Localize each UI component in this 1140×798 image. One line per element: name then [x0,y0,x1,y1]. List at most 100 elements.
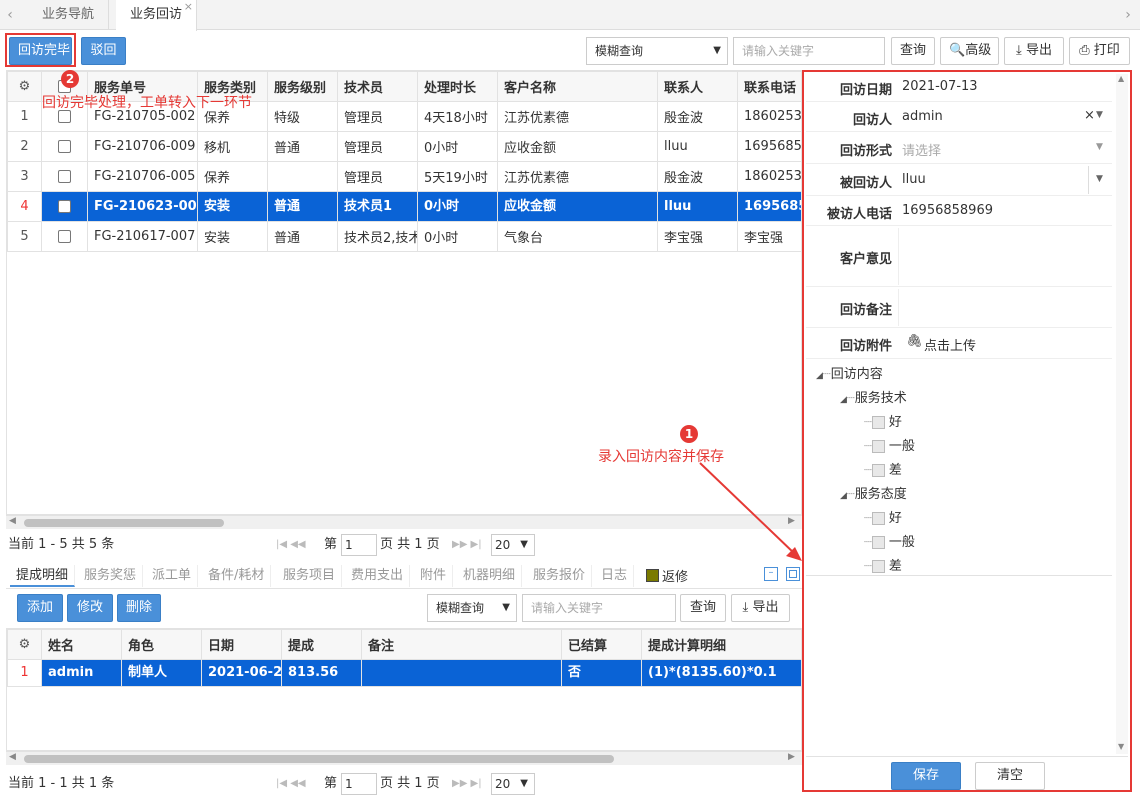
col-header[interactable]: 备注 [361,629,562,660]
remark-textarea[interactable] [898,289,1112,326]
settings-icon[interactable]: ⚙ [7,71,42,102]
chevron-down-icon[interactable]: ▼ [1096,174,1103,184]
col-header[interactable]: 处理时长 [417,71,498,102]
export-button[interactable]: ⤓ 导出 [1004,37,1064,65]
search-mode-select[interactable]: 模糊查询 ▼ [586,37,728,65]
chevron-down-icon[interactable]: ▼ [1096,110,1103,120]
last-page-icon[interactable]: ▶▶ ▶| [452,770,482,798]
col-header[interactable]: 技术员 [337,71,418,102]
tab-attachments[interactable]: 附件 [414,565,454,587]
tab-rewards[interactable]: 服务奖惩 [78,565,144,587]
complete-button[interactable]: 回访完毕 [9,37,72,65]
chevron-right-icon[interactable]: › [1118,0,1138,30]
tab-expenses[interactable]: 费用支出 [345,565,411,587]
row-checkbox[interactable] [41,221,88,252]
chevron-left-icon[interactable]: ‹ [0,0,20,30]
form-vertical-scrollbar[interactable]: ▲ ▼ [1116,74,1128,754]
tab-log[interactable]: 日志 [595,565,635,587]
repair-checkbox[interactable] [646,569,659,582]
tree-checkbox[interactable] [871,512,885,525]
horizontal-scrollbar[interactable]: ◀ ▶ [6,515,802,529]
scroll-left-icon[interactable]: ◀ [9,516,16,526]
scroll-thumb[interactable] [24,519,224,527]
table-row[interactable]: 5 FG-210617-007 安装 普通 技术员2,技术员1 0小时 气象台 … [7,221,801,252]
col-header[interactable]: 提成 [281,629,362,660]
phone-field[interactable]: 16956858969 [902,203,993,218]
tree-item[interactable]: ┈ 一般 [864,435,915,454]
tree-item[interactable]: ┈ 一般 [864,531,915,550]
tree-item[interactable]: ┈ 好 [864,507,902,526]
tree-root[interactable]: ◢┈回访内容 [816,363,883,382]
tab-service-items[interactable]: 服务项目 [277,565,343,587]
table-row-selected[interactable]: 4 FG-210623-004 安装 普通 技术员1 0小时 应收金额 lluu… [7,191,801,222]
tab-dispatch[interactable]: 派工单 [146,565,199,587]
tree-checkbox[interactable] [871,464,885,477]
opinion-textarea[interactable] [898,228,1112,285]
tab-business-nav[interactable]: 业务导航 [28,0,110,30]
clear-button[interactable]: 清空 [975,762,1045,790]
col-header[interactable]: 联系人 [657,71,738,102]
tree-checkbox[interactable] [871,416,885,429]
tree-item[interactable]: ┈ 差 [864,555,902,574]
table-row[interactable]: 3 FG-210706-005 保养 管理员 5天19小时 江苏优素德 殷金波 … [7,161,801,192]
tree-checkbox[interactable] [871,536,885,549]
tree-item[interactable]: ┈ 差 [864,459,902,478]
query-button[interactable]: 查询 [891,37,935,65]
tab-parts[interactable]: 备件/耗材 [202,565,272,587]
col-header[interactable]: 日期 [201,629,282,660]
revisit-date-field[interactable]: 2021-07-13 [902,79,978,94]
search-input[interactable]: 请输入关键字 [733,37,885,65]
maximize-icon[interactable] [786,567,800,581]
col-header[interactable]: 客户名称 [497,71,658,102]
visitor-select[interactable]: admin [902,109,943,124]
page-input[interactable]: 1 [341,773,377,795]
tree-group-attitude[interactable]: ◢┈服务态度 [840,483,907,502]
clear-icon[interactable]: × [1084,108,1095,123]
tree-item[interactable]: ┈ 好 [864,411,902,430]
tab-commission[interactable]: 提成明细 [10,565,76,587]
first-page-icon[interactable]: |◀ ◀◀ [276,770,306,798]
row-checkbox[interactable] [41,161,88,192]
col-header[interactable]: 提成计算明细 [641,629,801,660]
close-icon[interactable]: × [184,0,193,22]
bottom-search-mode[interactable]: 模糊查询 ▼ [427,594,517,622]
scroll-left-icon[interactable]: ◀ [9,752,16,762]
chevron-down-icon[interactable]: ▼ [1096,142,1103,152]
col-header[interactable]: 角色 [121,629,202,660]
visited-select[interactable]: lluu [902,172,926,187]
row-checkbox[interactable] [41,131,88,162]
collapse-icon[interactable]: ◢ [816,371,823,381]
reject-button[interactable]: 驳回 [81,37,126,65]
col-header[interactable]: 已结算 [561,629,642,660]
table-row-selected[interactable]: 1 admin 制单人 2021-06-23 813.56 否 (1)*(813… [7,659,801,687]
tab-business-revisit[interactable]: 业务回访 × [116,0,198,31]
page-size-select[interactable]: 20 ▼ [491,773,535,795]
col-header[interactable]: 姓名 [41,629,122,660]
scroll-down-icon[interactable]: ▼ [1118,742,1124,751]
delete-button[interactable]: 删除 [117,594,161,622]
add-button[interactable]: 添加 [17,594,63,622]
row-checkbox[interactable] [41,191,88,222]
table-row[interactable]: 2 FG-210706-009 移机 普通 管理员 0小时 应收金额 lluu … [7,131,801,162]
scroll-right-icon[interactable]: ▶ [788,752,795,762]
tab-quotes[interactable]: 服务报价 [527,565,593,587]
tab-machines[interactable]: 机器明细 [457,565,523,587]
settings-icon[interactable]: ⚙ [7,629,42,660]
collapse-icon[interactable]: ◢ [840,395,847,405]
edit-button[interactable]: 修改 [67,594,113,622]
minimize-icon[interactable]: – [764,567,778,581]
advanced-button[interactable]: 🔍高级 [940,37,999,65]
last-page-icon[interactable]: ▶▶ ▶| [452,531,482,559]
upload-link[interactable]: 点击上传 [924,335,976,354]
scroll-up-icon[interactable]: ▲ [1118,74,1124,83]
print-button[interactable]: ⎙ 打印 [1069,37,1130,65]
bottom-query-button[interactable]: 查询 [680,594,726,622]
method-select[interactable]: 请选择 [902,140,941,159]
collapse-icon[interactable]: ◢ [840,491,847,501]
col-header[interactable]: 服务级别 [267,71,338,102]
page-size-select[interactable]: 20 ▼ [491,534,535,556]
first-page-icon[interactable]: |◀ ◀◀ [276,531,306,559]
save-button[interactable]: 保存 [891,762,961,790]
tree-group-technique[interactable]: ◢┈服务技术 [840,387,907,406]
bottom-horizontal-scrollbar[interactable]: ◀ ▶ [6,751,802,765]
